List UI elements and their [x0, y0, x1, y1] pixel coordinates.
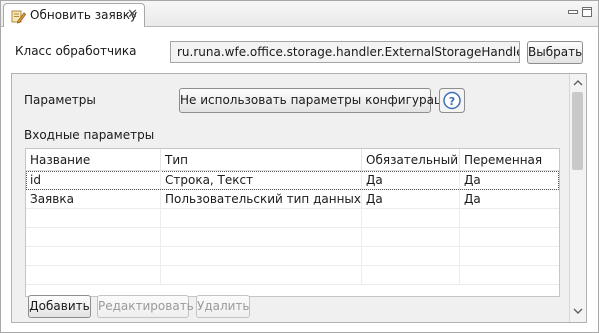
handler-class-field[interactable]: ru.runa.wfe.office.storage.handler.Exter… — [170, 41, 520, 63]
close-icon[interactable]: ✕ — [127, 7, 138, 22]
scrollbar-thumb[interactable] — [572, 92, 583, 170]
table-row-empty — [26, 247, 559, 266]
parameters-label: Параметры — [24, 93, 96, 107]
form-edit-icon — [11, 10, 26, 24]
cell-name: Заявка — [26, 190, 161, 208]
scroll-down-icon[interactable] — [573, 307, 583, 315]
tab-title: Обновить заявку — [30, 8, 138, 22]
tab-bar: Обновить заявку ✕ — [1, 1, 598, 27]
svg-text:?: ? — [449, 95, 455, 108]
handler-class-label: Класс обработчика — [15, 44, 137, 58]
maximize-icon[interactable] — [581, 7, 593, 17]
column-header-name[interactable]: Название — [26, 149, 161, 170]
table-row[interactable]: Заявка Пользовательский тип данных Да Да — [26, 190, 559, 209]
add-button[interactable]: Добавить — [28, 295, 91, 318]
vertical-scrollbar[interactable] — [569, 74, 586, 322]
column-header-required[interactable]: Обязательный — [362, 149, 460, 170]
table-row-empty — [26, 228, 559, 247]
input-params-label: Входные параметры — [24, 128, 155, 142]
editor-window: Обновить заявку ✕ Класс обработчика ru.r… — [0, 0, 599, 333]
delete-button[interactable]: Удалить — [196, 295, 250, 318]
cell-name: id — [26, 171, 161, 189]
choose-button[interactable]: Выбрать — [527, 41, 583, 64]
cell-variable: Да — [464, 192, 481, 206]
cell-type: Пользовательский тип данных — [161, 190, 362, 208]
cell-variable: Да — [464, 173, 481, 187]
cell-required: Да — [362, 171, 460, 189]
input-params-table: Название Тип Обязательный Переменная id … — [25, 148, 560, 297]
column-header-type[interactable]: Тип — [161, 149, 362, 170]
column-header-variable[interactable]: Переменная — [460, 149, 559, 170]
table-body: id Строка, Текст Да Да Заявка Пользовате… — [26, 171, 559, 285]
table-row-empty — [26, 266, 559, 285]
table-row-empty — [26, 209, 559, 228]
edit-button[interactable]: Редактировать — [97, 295, 194, 318]
cell-type: Строка, Текст — [161, 171, 362, 189]
no-config-params-button[interactable]: Не использовать параметры конфигурации — [179, 88, 458, 113]
scroll-up-icon[interactable] — [573, 79, 583, 87]
cell-required: Да — [362, 190, 460, 208]
tab-update-request[interactable]: Обновить заявку ✕ — [3, 3, 145, 27]
parameters-scroll-area: Параметры Не использовать параметры конф… — [11, 73, 587, 323]
minimize-icon[interactable] — [567, 7, 579, 17]
table-header: Название Тип Обязательный Переменная — [26, 149, 559, 171]
help-icon[interactable]: ? — [439, 88, 465, 113]
parameters-panel: Параметры Не использовать параметры конф… — [12, 74, 569, 322]
table-row[interactable]: id Строка, Текст Да Да — [26, 171, 559, 190]
